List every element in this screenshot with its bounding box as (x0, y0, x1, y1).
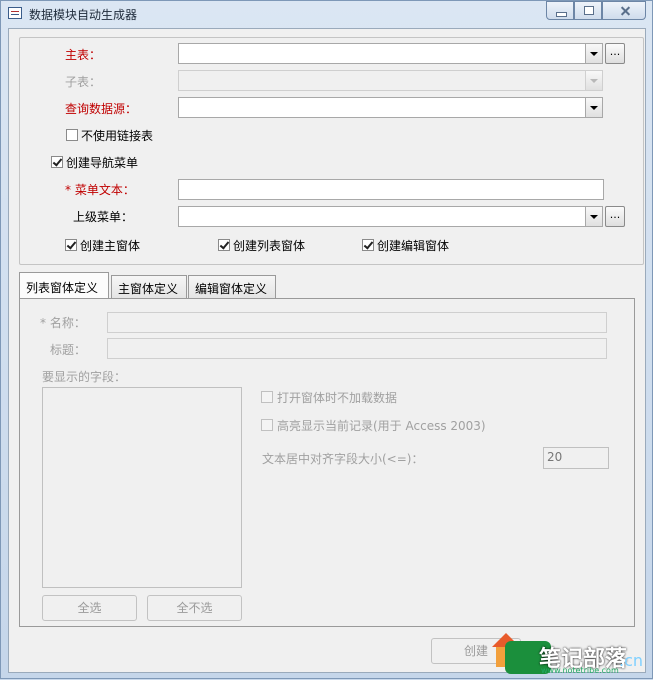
create-list-form-checkbox[interactable] (218, 239, 230, 251)
watermark-domain-suffix: .cn (619, 651, 644, 670)
chevron-down-icon[interactable] (585, 44, 602, 63)
query-source-combo[interactable] (178, 97, 603, 118)
close-button[interactable] (602, 1, 646, 20)
menu-text-label: * 菜单文本： (65, 183, 135, 197)
tab-main-form[interactable]: 主窗体定义 (111, 275, 187, 298)
select-none-button[interactable]: 全不选 (147, 595, 242, 621)
no-link-table-label: 不使用链接表 (81, 129, 154, 143)
main-table-label: 主表： (65, 48, 102, 62)
watermark-url: www.notetribe.com (541, 666, 619, 675)
create-nav-menu-label: 创建导航菜单 (66, 156, 139, 170)
create-nav-menu-checkbox[interactable] (51, 156, 63, 168)
create-main-form-checkbox[interactable] (65, 239, 77, 251)
query-source-label: 查询数据源： (65, 102, 138, 116)
table-settings-group: 主表： ... 子表： 查询数据源： 不使用链接表 创建导航菜单 * 菜单文本：… (19, 37, 644, 265)
no-link-table-checkbox[interactable] (66, 129, 78, 141)
window-title: 数据模块自动生成器 (29, 8, 138, 22)
main-table-combo[interactable] (178, 43, 603, 64)
watermark: 笔记部落 .cn www.notetribe.com (491, 631, 653, 680)
parent-menu-combo[interactable] (178, 206, 603, 227)
create-main-form-label: 创建主窗体 (80, 239, 141, 253)
create-list-form-label: 创建列表窗体 (233, 239, 306, 253)
sub-table-combo[interactable] (178, 70, 603, 91)
caption-input[interactable] (107, 338, 607, 359)
select-all-button[interactable]: 全选 (42, 595, 137, 621)
chevron-down-icon (585, 71, 602, 90)
center-align-size-input[interactable]: 20 (543, 447, 609, 469)
fields-listbox[interactable] (42, 387, 242, 588)
fields-label: 要显示的字段： (42, 370, 127, 384)
create-edit-form-checkbox[interactable] (362, 239, 374, 251)
center-align-label: 文本居中对齐字段大小(<=)： (262, 452, 424, 466)
chevron-down-icon[interactable] (585, 207, 602, 226)
dialog-client-area: 主表： ... 子表： 查询数据源： 不使用链接表 创建导航菜单 * 菜单文本：… (8, 28, 646, 673)
caption-label: 标题： (50, 343, 87, 357)
name-input[interactable] (107, 312, 607, 333)
main-table-browse-button[interactable]: ... (605, 43, 625, 64)
create-edit-form-label: 创建编辑窗体 (377, 239, 450, 253)
parent-menu-browse-button[interactable]: ... (605, 206, 625, 227)
tab-edit-form[interactable]: 编辑窗体定义 (188, 275, 276, 298)
no-load-on-open-checkbox[interactable] (261, 391, 273, 403)
app-window: 数据模块自动生成器 主表： ... 子表： 查询数据源： 不使用链接表 创建导航… (0, 0, 653, 679)
no-load-on-open-label: 打开窗体时不加载数据 (277, 391, 398, 405)
form-icon (8, 7, 22, 19)
highlight-current-checkbox[interactable] (261, 419, 273, 431)
tab-list-form[interactable]: 列表窗体定义 (19, 272, 109, 299)
name-label: * 名称： (40, 316, 86, 330)
sub-table-label: 子表： (65, 75, 102, 89)
title-bar: 数据模块自动生成器 (1, 1, 653, 27)
parent-menu-label: 上级菜单： (73, 210, 134, 224)
list-form-tab-panel: * 名称： 标题： 要显示的字段： 打开窗体时不加载数据 高亮显示当前记录(用于… (19, 298, 635, 627)
chevron-down-icon[interactable] (585, 98, 602, 117)
maximize-button[interactable] (574, 1, 602, 20)
minimize-button[interactable] (546, 1, 574, 20)
highlight-current-label: 高亮显示当前记录(用于 Access 2003) (277, 419, 486, 433)
menu-text-input[interactable] (178, 179, 604, 200)
